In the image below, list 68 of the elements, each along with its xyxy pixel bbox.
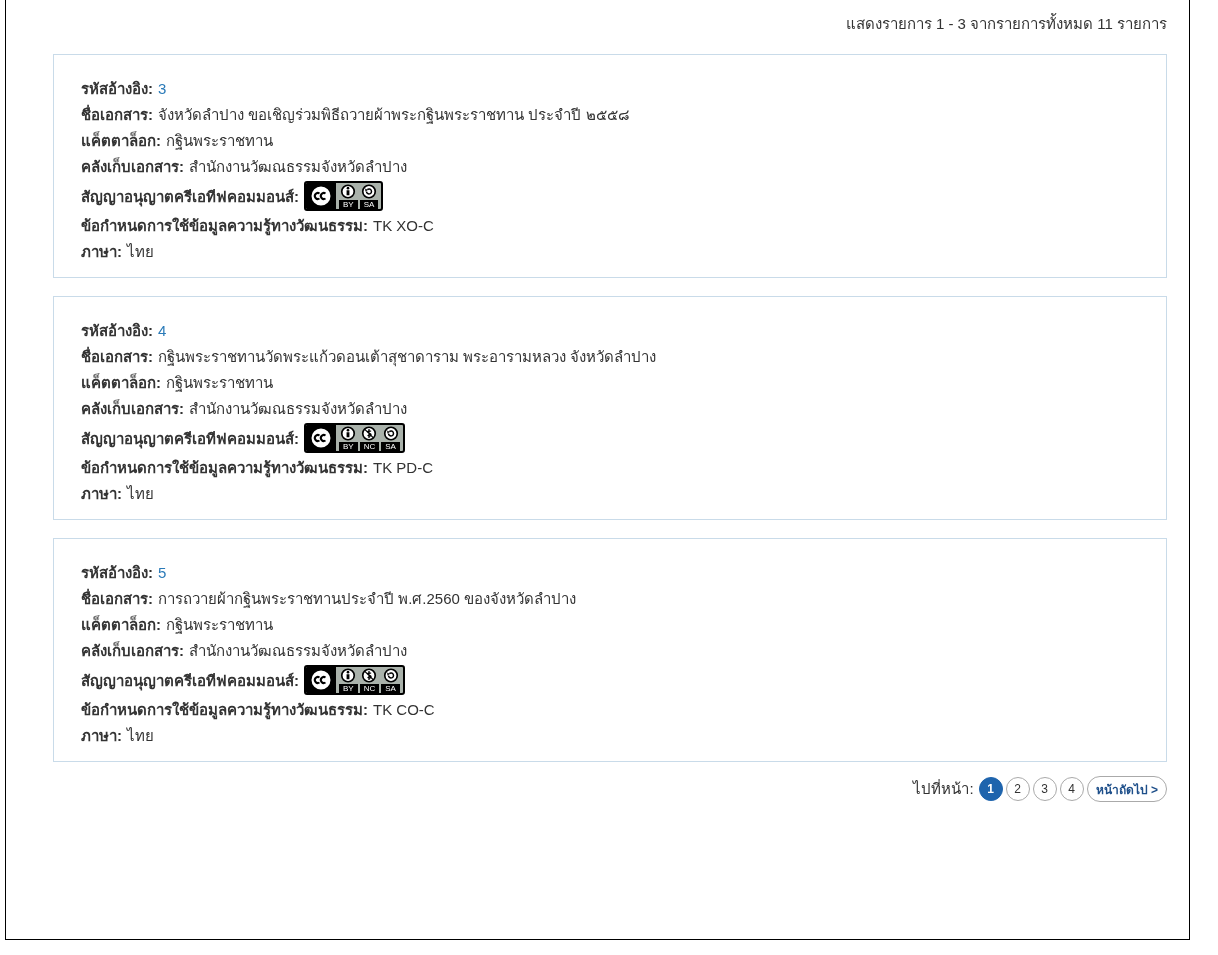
cc-logo-icon (309, 426, 333, 450)
license-term-icon (361, 668, 378, 683)
license-badge[interactable]: BY NC SA (304, 665, 405, 695)
field-label: ชื่อเอกสาร: (81, 103, 153, 125)
field-value: จังหวัดลำปาง ขอเชิญร่วมพิธีถวายผ้าพระกฐินพระราชทาน ประจำปี ๒๕๕๘ (158, 105, 630, 126)
field-value: ไทย (127, 726, 154, 746)
license-term-icon (361, 184, 377, 199)
license-term-icon (340, 184, 357, 199)
field-value: TK CO-C (373, 700, 435, 720)
license-term-label: SA (381, 684, 400, 693)
field-label: สัญญาอนุญาตครีเอทีฟคอมมอนส์: (81, 428, 299, 450)
field-value: สำนักงานวัฒณธรรมจังหวัดลำปาง (189, 157, 407, 177)
field-label: ข้อกำหนดการใช้ข้อมูลความรู้ทางวัฒนธรรม: (81, 458, 368, 479)
license-term-icon (382, 668, 399, 683)
field-value: การถวายผ้ากฐินพระราชทานประจำปี พ.ศ.2560 ของจังหวัดลำปาง (158, 589, 577, 610)
field-label: สัญญาอนุญาตครีเอทีฟคอมมอนส์: (81, 670, 299, 692)
page-button[interactable]: 3 (1032, 777, 1057, 801)
page-button[interactable]: 2 (1005, 777, 1030, 801)
field-value: สำนักงานวัฒณธรรมจังหวัดลำปาง (189, 399, 407, 419)
field-value: TK PD-C (373, 458, 433, 478)
field-label: ข้อกำหนดการใช้ข้อมูลความรู้ทางวัฒนธรรม: (81, 216, 368, 237)
field-label: แค็ตตาล็อก: (81, 372, 161, 393)
license-term-icon (382, 426, 399, 441)
license-term-icon (340, 668, 357, 683)
field-label: รหัสอ้างอิง: (81, 321, 153, 341)
reference-link[interactable]: 3 (158, 77, 167, 100)
field-value: สำนักงานวัฒณธรรมจังหวัดลำปาง (189, 641, 407, 661)
reference-link[interactable]: 4 (158, 319, 167, 342)
reference-link[interactable]: 5 (158, 561, 167, 584)
next-page-button[interactable]: หน้าถัดไป > (1086, 776, 1167, 802)
field-label: รหัสอ้างอิง: (81, 79, 153, 99)
field-value: ไทย (127, 484, 154, 504)
field-label: แค็ตตาล็อก: (81, 130, 161, 151)
field-label: ชื่อเอกสาร: (81, 587, 153, 609)
cc-logo-icon (309, 668, 333, 692)
field-label: ชื่อเอกสาร: (81, 345, 153, 367)
field-label: ภาษา: (81, 726, 122, 746)
field-value: กฐินพระราชทานวัดพระแก้วดอนเต้าสุชาดาราม พระอารามหลวง จังหวัดลำปาง (158, 347, 657, 368)
field-value: ไทย (127, 242, 154, 262)
field-label: คลังเก็บเอกสาร: (81, 398, 184, 419)
page-button[interactable]: 4 (1059, 777, 1084, 801)
license-term-icon (361, 426, 378, 441)
field-label: สัญญาอนุญาตครีเอทีฟคอมมอนส์: (81, 186, 299, 208)
license-badge[interactable]: BY SA (304, 181, 384, 211)
field-label: คลังเก็บเอกสาร: (81, 640, 184, 661)
license-term-label: BY (339, 442, 358, 451)
field-label: แค็ตตาล็อก: (81, 614, 161, 635)
field-value: กฐินพระราชทาน (166, 615, 273, 636)
field-label: ภาษา: (81, 484, 122, 504)
field-value: กฐินพระราชทาน (166, 131, 273, 152)
field-value: TK XO-C (373, 216, 434, 236)
license-term-label: SA (381, 442, 400, 451)
page-label: ไปที่หน้า: (913, 778, 974, 799)
license-term-label: SA (359, 200, 379, 209)
license-term-label: NC (359, 684, 380, 693)
license-badge[interactable]: BY NC SA (304, 423, 405, 453)
license-term-label: BY (339, 200, 358, 209)
result-summary: แสดงรายการ 1 - 3 จากรายการทั้งหมด 11 รายการ (845, 12, 1167, 34)
field-label: คลังเก็บเอกสาร: (81, 156, 184, 177)
field-label: ข้อกำหนดการใช้ข้อมูลความรู้ทางวัฒนธรรม: (81, 700, 368, 721)
license-term-icon (340, 426, 357, 441)
field-label: ภาษา: (81, 242, 122, 262)
page-button[interactable]: 1 (978, 777, 1003, 801)
cc-logo-icon (309, 184, 333, 208)
field-value: กฐินพระราชทาน (166, 373, 273, 394)
license-term-label: BY (339, 684, 358, 693)
field-label: รหัสอ้างอิง: (81, 563, 153, 583)
license-term-label: NC (359, 442, 380, 451)
